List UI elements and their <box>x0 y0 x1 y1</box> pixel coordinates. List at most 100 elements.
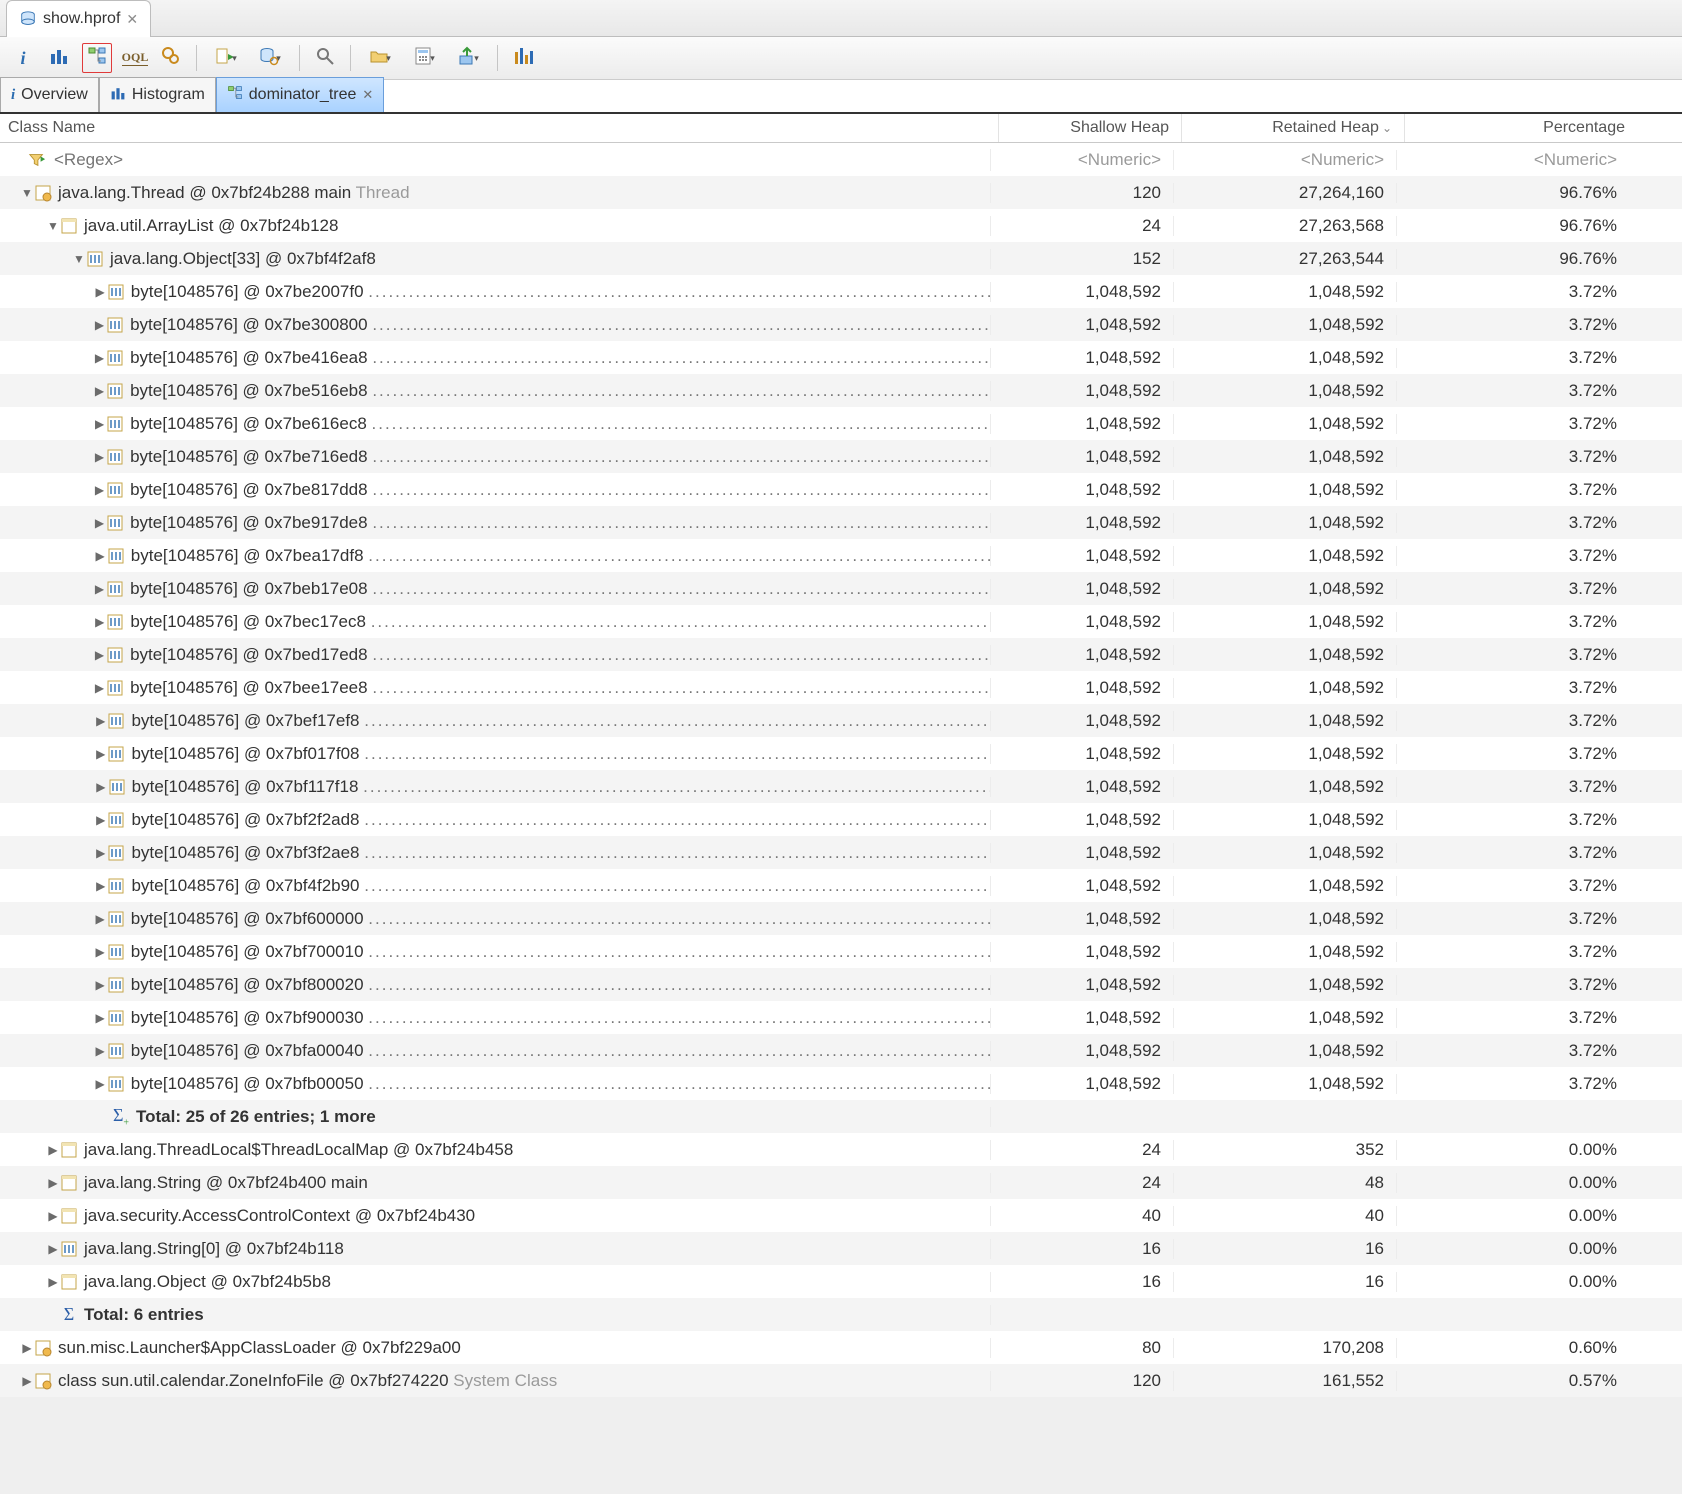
disclosure-closed-icon[interactable]: ▶ <box>93 549 106 563</box>
disclosure-closed-icon[interactable]: ▶ <box>93 648 106 662</box>
disclosure-closed-icon[interactable]: ▶ <box>93 912 106 926</box>
tree-row[interactable]: ▶byte[1048576] @ 0x7bf117f18 ...........… <box>0 770 1682 803</box>
disclosure-closed-icon[interactable]: ▶ <box>93 615 106 629</box>
tree-row[interactable]: ▶byte[1048576] @ 0x7bf700010 ...........… <box>0 935 1682 968</box>
disclosure-open-icon[interactable]: ▼ <box>46 219 60 233</box>
disclosure-closed-icon[interactable]: ▶ <box>46 1209 60 1223</box>
tree-row[interactable]: ▶byte[1048576] @ 0x7beb17e08 ...........… <box>0 572 1682 605</box>
file-tab[interactable]: show.hprof ✕ <box>6 0 151 37</box>
tab-dominator-tree[interactable]: dominator_tree ✕ <box>216 77 385 112</box>
tree-row[interactable]: ▶byte[1048576] @ 0x7be2007f0 ...........… <box>0 275 1682 308</box>
disclosure-closed-icon[interactable]: ▶ <box>93 681 106 695</box>
tree-row[interactable]: ▶byte[1048576] @ 0x7bfa00040 ...........… <box>0 1034 1682 1067</box>
tree-row[interactable]: ▶byte[1048576] @ 0x7be716ed8 ...........… <box>0 440 1682 473</box>
disclosure-closed-icon[interactable]: ▶ <box>93 285 106 299</box>
tree-row[interactable]: ▶byte[1048576] @ 0x7bec17ec8 ...........… <box>0 605 1682 638</box>
disclosure-closed-icon[interactable]: ▶ <box>93 516 106 530</box>
column-class-name[interactable]: Class Name <box>0 119 998 137</box>
disclosure-closed-icon[interactable]: ▶ <box>94 747 107 761</box>
disclosure-closed-icon[interactable]: ▶ <box>46 1242 60 1256</box>
tree-row[interactable]: ▶byte[1048576] @ 0x7bed17ed8 ...........… <box>0 638 1682 671</box>
tree-row[interactable]: ▶byte[1048576] @ 0x7bf600000 ...........… <box>0 902 1682 935</box>
disclosure-closed-icon[interactable]: ▶ <box>94 780 107 794</box>
disclosure-closed-icon[interactable]: ▶ <box>93 582 106 596</box>
tree-row[interactable]: ▶java.lang.Object @ 0x7bf24b5b816160.00% <box>0 1265 1682 1298</box>
tree-row[interactable]: ▼java.util.ArrayList @ 0x7bf24b1282427,2… <box>0 209 1682 242</box>
group-button[interactable]: ▾ <box>363 45 397 71</box>
disclosure-closed-icon[interactable]: ▶ <box>94 813 107 827</box>
tab-overview[interactable]: i Overview <box>0 77 99 112</box>
run-report-button[interactable]: ▾ <box>209 45 243 71</box>
disclosure-closed-icon[interactable]: ▶ <box>46 1176 60 1190</box>
disclosure-closed-icon[interactable]: ▶ <box>20 1374 34 1388</box>
tree-row[interactable]: ▶byte[1048576] @ 0x7bee17ee8 ...........… <box>0 671 1682 704</box>
disclosure-closed-icon[interactable]: ▶ <box>93 1044 106 1058</box>
disclosure-closed-icon[interactable]: ▶ <box>46 1275 60 1289</box>
tree-row[interactable]: ▶class sun.util.calendar.ZoneInfoFile @ … <box>0 1364 1682 1397</box>
column-percentage[interactable]: Percentage <box>1404 114 1643 142</box>
dominator-tree-button[interactable] <box>82 43 112 73</box>
disclosure-closed-icon[interactable]: ▶ <box>93 351 106 365</box>
disclosure-closed-icon[interactable]: ▶ <box>93 318 106 332</box>
tree-row[interactable]: ▼java.lang.Thread @ 0x7bf24b288 main Thr… <box>0 176 1682 209</box>
find-button[interactable] <box>312 45 338 71</box>
tree-row[interactable]: ▶byte[1048576] @ 0x7be917de8 ...........… <box>0 506 1682 539</box>
thread-overview-button[interactable] <box>158 45 184 71</box>
tree-row[interactable]: Σ+Total: 25 of 26 entries; 1 more <box>0 1100 1682 1133</box>
tree-row[interactable]: ▶byte[1048576] @ 0x7be416ea8 ...........… <box>0 341 1682 374</box>
tree-row[interactable]: ▶java.lang.String[0] @ 0x7bf24b11816160.… <box>0 1232 1682 1265</box>
column-retained-heap[interactable]: Retained Heap⌄ <box>1181 114 1404 142</box>
disclosure-closed-icon[interactable]: ▶ <box>94 714 107 728</box>
numeric-filter[interactable]: <Numeric> <box>1078 150 1161 169</box>
tree-row[interactable]: ▶java.security.AccessControlContext @ 0x… <box>0 1199 1682 1232</box>
disclosure-closed-icon[interactable]: ▶ <box>93 450 106 464</box>
numeric-filter[interactable]: <Numeric> <box>1301 150 1384 169</box>
column-shallow-heap[interactable]: Shallow Heap <box>998 114 1181 142</box>
disclosure-closed-icon[interactable]: ▶ <box>94 879 107 893</box>
numeric-filter[interactable]: <Numeric> <box>1534 150 1617 169</box>
disclosure-open-icon[interactable]: ▼ <box>20 186 34 200</box>
compare-button[interactable] <box>510 45 536 71</box>
calculate-button[interactable]: ▾ <box>407 45 441 71</box>
tree-row[interactable]: ▶byte[1048576] @ 0x7bf4f2b90 ...........… <box>0 869 1682 902</box>
close-icon[interactable]: ✕ <box>362 87 373 103</box>
tree-row[interactable]: ▶byte[1048576] @ 0x7be817dd8 ...........… <box>0 473 1682 506</box>
tree-row[interactable]: ▶byte[1048576] @ 0x7bf2f2ad8 ...........… <box>0 803 1682 836</box>
export-button[interactable]: ▾ <box>451 45 485 71</box>
tree-row[interactable]: ▶byte[1048576] @ 0x7be616ec8 ...........… <box>0 407 1682 440</box>
tree-row[interactable]: ▶byte[1048576] @ 0x7be516eb8 ...........… <box>0 374 1682 407</box>
disclosure-closed-icon[interactable]: ▶ <box>94 846 107 860</box>
tree-row[interactable]: ▶sun.misc.Launcher$AppClassLoader @ 0x7b… <box>0 1331 1682 1364</box>
tree-row[interactable]: ▶java.lang.ThreadLocal$ThreadLocalMap @ … <box>0 1133 1682 1166</box>
tree-row[interactable]: ▶byte[1048576] @ 0x7bea17df8 ...........… <box>0 539 1682 572</box>
disclosure-closed-icon[interactable]: ▶ <box>93 978 106 992</box>
overview-button[interactable]: i <box>10 45 36 71</box>
histogram-button[interactable] <box>46 45 72 71</box>
disclosure-closed-icon[interactable]: ▶ <box>93 483 106 497</box>
disclosure-closed-icon[interactable]: ▶ <box>93 417 106 431</box>
disclosure-closed-icon[interactable]: ▶ <box>93 1011 106 1025</box>
tree-row[interactable]: ▼java.lang.Object[33] @ 0x7bf4f2af815227… <box>0 242 1682 275</box>
tab-histogram[interactable]: Histogram <box>99 77 216 112</box>
disclosure-closed-icon[interactable]: ▶ <box>93 1077 106 1091</box>
tree-row[interactable]: ▶byte[1048576] @ 0x7bf3f2ae8 ...........… <box>0 836 1682 869</box>
tree-row[interactable]: ▶byte[1048576] @ 0x7bf017f08 ...........… <box>0 737 1682 770</box>
array-icon <box>108 778 126 796</box>
disclosure-closed-icon[interactable]: ▶ <box>46 1143 60 1157</box>
close-icon[interactable]: ✕ <box>126 11 138 28</box>
disclosure-open-icon[interactable]: ▼ <box>72 252 86 266</box>
shallow-heap-value: 1,048,592 <box>991 645 1174 665</box>
regex-filter-input[interactable] <box>52 149 256 171</box>
disclosure-closed-icon[interactable]: ▶ <box>20 1341 34 1355</box>
query-browser-button[interactable]: ▾ <box>253 45 287 71</box>
tree-row[interactable]: ▶byte[1048576] @ 0x7bf900030 ...........… <box>0 1001 1682 1034</box>
disclosure-closed-icon[interactable]: ▶ <box>93 945 106 959</box>
tree-row[interactable]: ▶byte[1048576] @ 0x7bef17ef8 ...........… <box>0 704 1682 737</box>
tree-row[interactable]: ΣTotal: 6 entries <box>0 1298 1682 1331</box>
oql-button[interactable]: OQL <box>122 45 148 71</box>
tree-row[interactable]: ▶byte[1048576] @ 0x7bf800020 ...........… <box>0 968 1682 1001</box>
disclosure-closed-icon[interactable]: ▶ <box>93 384 106 398</box>
tree-row[interactable]: ▶byte[1048576] @ 0x7be300800 ...........… <box>0 308 1682 341</box>
tree-row[interactable]: ▶java.lang.String @ 0x7bf24b400 main2448… <box>0 1166 1682 1199</box>
tree-row[interactable]: ▶byte[1048576] @ 0x7bfb00050 ...........… <box>0 1067 1682 1100</box>
